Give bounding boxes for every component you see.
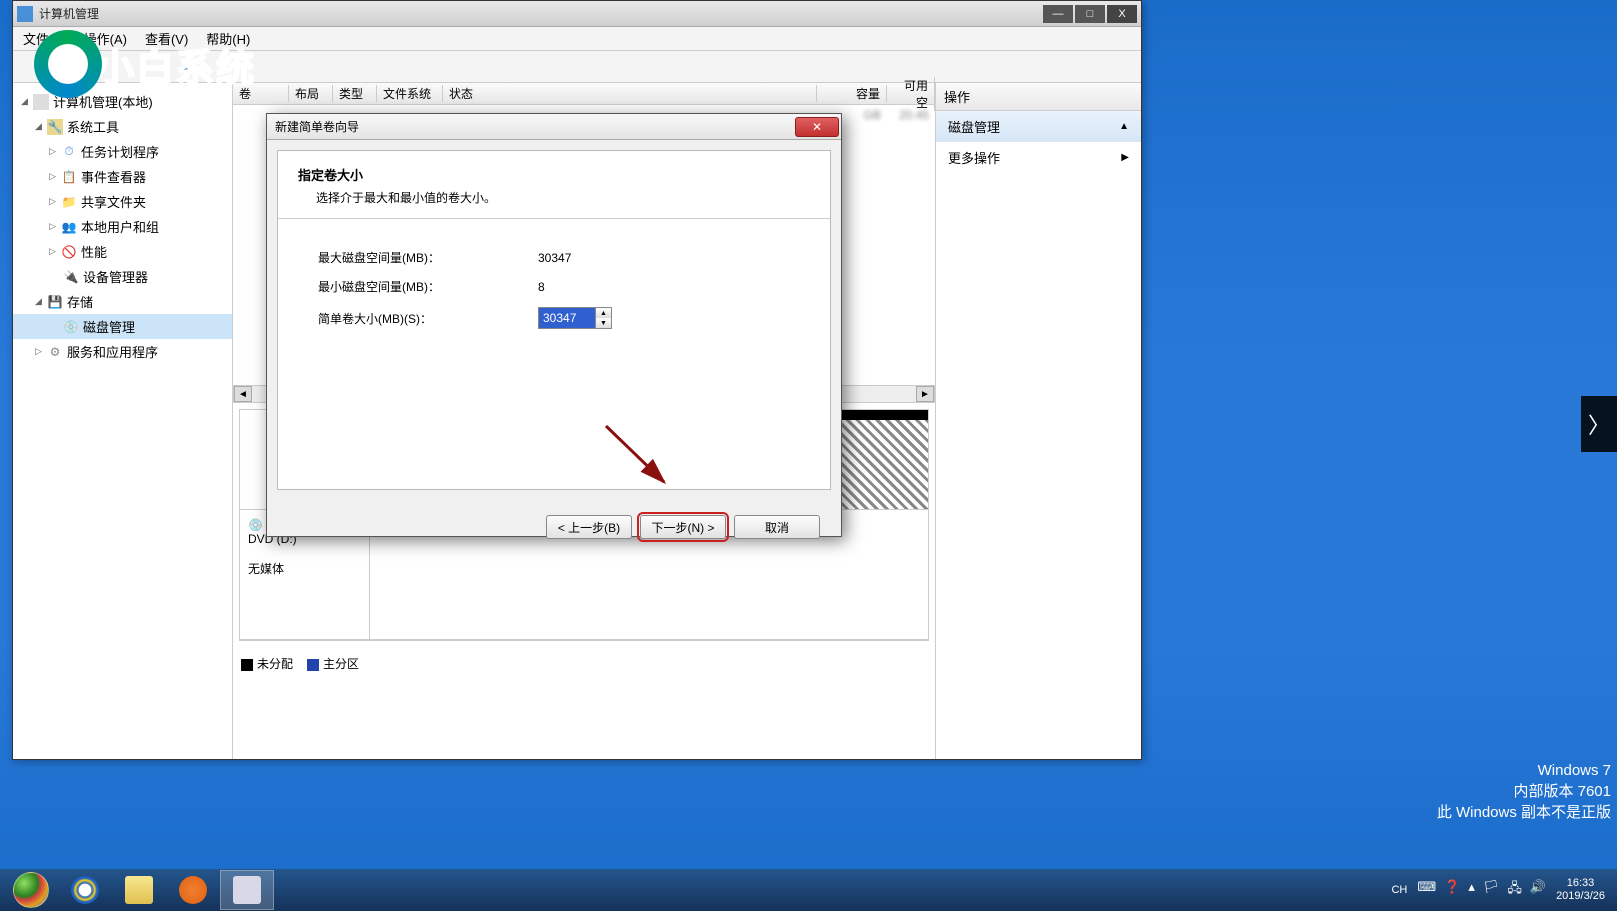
submenu-icon: ▶ [1121,152,1129,163]
menu-help[interactable]: 帮助(H) [206,29,250,48]
col-filesystem[interactable]: 文件系统 [377,85,443,102]
scroll-left-icon[interactable]: ◄ [234,386,252,402]
app-icon [17,6,33,22]
size-spinner[interactable]: ▲ ▼ [596,307,612,329]
computer-icon [33,94,49,110]
tray-expand-icon[interactable]: ▴ [1468,879,1475,901]
actions-more[interactable]: 更多操作 ▶ [936,142,1141,173]
tree-performance[interactable]: ▷🚫性能 [13,239,232,264]
spin-up-icon[interactable]: ▲ [596,308,611,318]
users-icon: 👥 [61,219,77,235]
tree-storage[interactable]: ◢💾存储 [13,289,232,314]
compmgmt-icon [233,876,261,904]
next-button[interactable]: 下一步(N) > [640,515,726,539]
legend-primary-swatch [307,659,319,671]
volume-size-label: 简单卷大小(MB)(S)： [318,310,538,327]
device-icon: 🔌 [63,269,79,285]
toolbar [13,51,1141,83]
col-layout[interactable]: 布局 [289,85,333,102]
collapse-icon: ▲ [1119,121,1129,132]
storage-icon: 💾 [47,294,63,310]
services-icon: ⚙ [47,344,63,360]
window-title: 计算机管理 [39,5,1043,22]
scroll-right-icon[interactable]: ► [916,386,934,402]
actions-group-diskmgmt[interactable]: 磁盘管理 ▲ [936,111,1141,142]
min-space-label: 最小磁盘空间量(MB)： [318,278,538,295]
folder-icon [125,876,153,904]
menu-action[interactable]: 操作(A) [84,29,127,48]
share-icon: 📁 [61,194,77,210]
tree-root[interactable]: ◢计算机管理(本地) [13,89,232,114]
tray-clock[interactable]: 16:33 2019/3/26 [1556,877,1605,903]
menu-bar: 文件(F) 操作(A) 查看(V) 帮助(H) [13,27,1141,51]
tree-local-users[interactable]: ▷👥本地用户和组 [13,214,232,239]
tray-flag-icon[interactable]: 🏳 [1483,879,1500,901]
system-tray: CH ⌨ ❓ ▴ 🏳 🖧 🔊 16:33 2019/3/26 [1391,877,1617,903]
col-type[interactable]: 类型 [333,85,377,102]
titlebar[interactable]: 计算机管理 — □ X [13,1,1141,27]
volume-grid-header: 卷 布局 类型 文件系统 状态 容量 可用空 [233,83,935,105]
menu-file[interactable]: 文件(F) [23,29,66,48]
maximize-button[interactable]: □ [1075,5,1105,23]
tree-shared-folders[interactable]: ▷📁共享文件夹 [13,189,232,214]
tree-disk-management[interactable]: 💿磁盘管理 [13,314,232,339]
taskbar-mediaplayer[interactable] [166,870,220,910]
task-icon: ⏱ [61,144,77,160]
ime-indicator[interactable]: CH [1391,884,1407,896]
max-space-label: 最大磁盘空间量(MB)： [318,249,538,266]
ie-icon [71,876,99,904]
wizard-title: 新建简单卷向导 [275,118,795,135]
taskbar: CH ⌨ ❓ ▴ 🏳 🖧 🔊 16:33 2019/3/26 [0,869,1617,911]
actions-pane: 操作 磁盘管理 ▲ 更多操作 ▶ [935,83,1141,759]
tray-volume-icon[interactable]: 🔊 [1530,879,1546,901]
event-icon: 📋 [61,169,77,185]
start-button[interactable] [4,870,58,910]
perf-icon: 🚫 [61,244,77,260]
legend-unallocated-swatch [241,659,253,671]
wizard-subheading: 选择介于最大和最小值的卷大小。 [316,189,810,206]
navigation-tree: ◢计算机管理(本地) ◢🔧系统工具 ▷⏱任务计划程序 ▷📋事件查看器 ▷📁共享文… [13,83,233,759]
tree-task-scheduler[interactable]: ▷⏱任务计划程序 [13,139,232,164]
disk-icon: 💿 [63,319,79,335]
disk-legend: 未分配 主分区 [233,647,935,680]
col-volume[interactable]: 卷 [233,85,289,102]
new-simple-volume-wizard: 新建简单卷向导 ✕ 指定卷大小 选择介于最大和最小值的卷大小。 最大磁盘空间量(… [266,113,842,537]
tray-network-icon[interactable]: 🖧 [1507,879,1522,901]
taskbar-ie[interactable] [58,870,112,910]
max-space-value: 30347 [538,251,571,265]
wizard-heading: 指定卷大小 [298,168,363,183]
wmp-icon [179,876,207,904]
tray-help-icon[interactable]: ❓ [1444,879,1460,901]
col-capacity[interactable]: 容量 [817,85,887,102]
close-button[interactable]: X [1107,5,1137,23]
carousel-next-button[interactable]: 〉 [1581,396,1617,452]
tree-system-tools[interactable]: ◢🔧系统工具 [13,114,232,139]
taskbar-explorer[interactable] [112,870,166,910]
tree-event-viewer[interactable]: ▷📋事件查看器 [13,164,232,189]
wizard-titlebar[interactable]: 新建简单卷向导 ✕ [267,114,841,140]
menu-view[interactable]: 查看(V) [145,29,188,48]
actions-header: 操作 [936,83,1141,111]
tree-services-apps[interactable]: ▷⚙服务和应用程序 [13,339,232,364]
windows-activation-watermark: Windows 7 内部版本 7601 此 Windows 副本不是正版 [1437,760,1611,823]
volume-size-input[interactable] [538,307,596,329]
min-space-value: 8 [538,280,545,294]
spin-down-icon[interactable]: ▼ [596,318,611,328]
tray-keyboard-icon[interactable]: ⌨ [1417,879,1436,901]
start-orb-icon [13,872,49,908]
cancel-button[interactable]: 取消 [734,515,820,539]
col-status[interactable]: 状态 [443,85,817,102]
wizard-page-header: 指定卷大小 选择介于最大和最小值的卷大小。 [278,151,830,219]
wizard-close-button[interactable]: ✕ [795,117,839,137]
tree-device-manager[interactable]: 🔌设备管理器 [13,264,232,289]
back-button[interactable]: < 上一步(B) [546,515,632,539]
tools-icon: 🔧 [47,119,63,135]
taskbar-compmgmt[interactable] [220,870,274,910]
minimize-button[interactable]: — [1043,5,1073,23]
